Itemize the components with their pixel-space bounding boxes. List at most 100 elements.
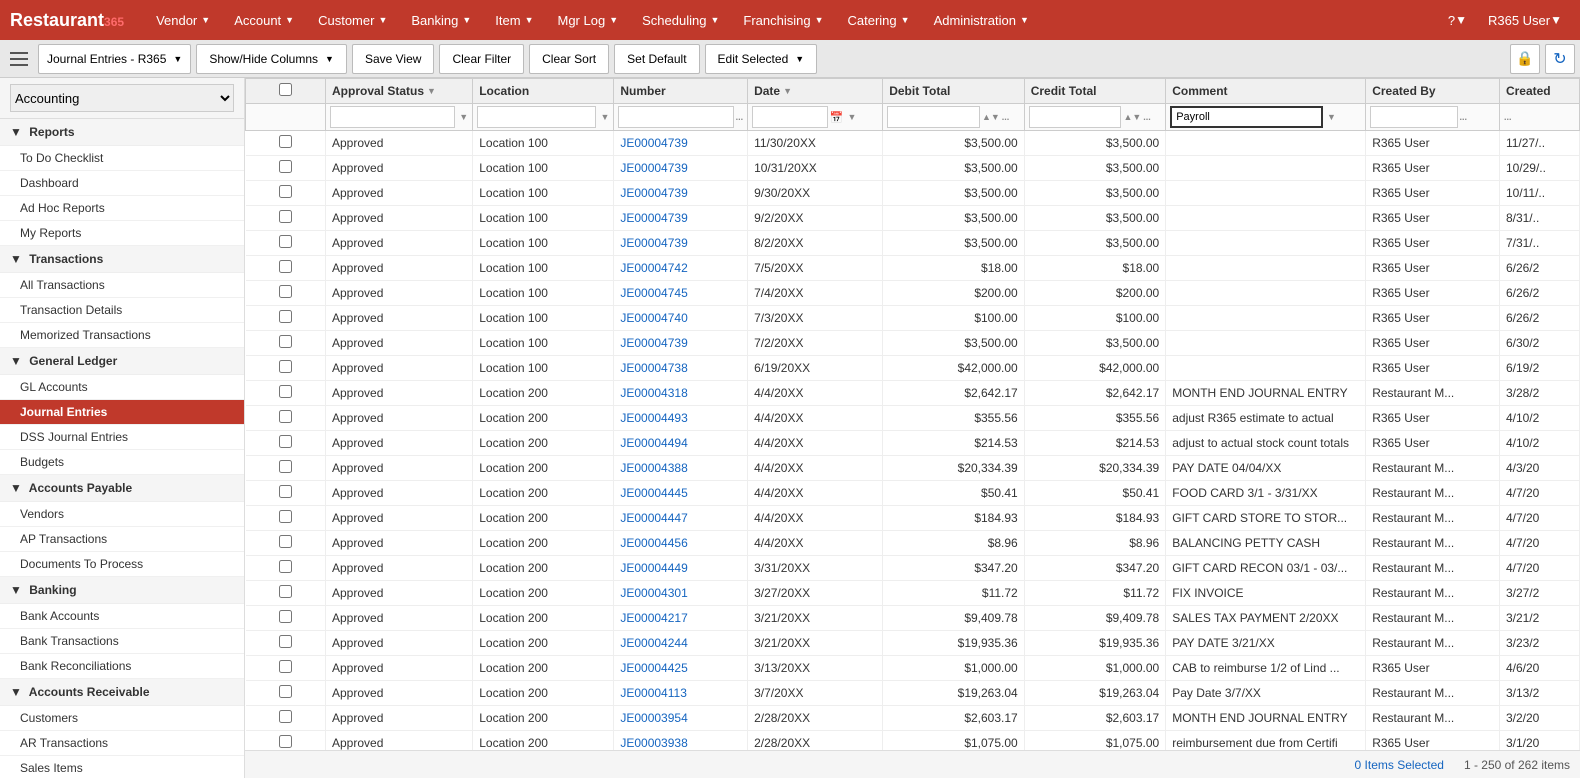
row-checkbox[interactable] — [279, 635, 292, 648]
row-number-link[interactable]: JE00004742 — [620, 261, 687, 275]
row-number-link[interactable]: JE00004739 — [620, 186, 687, 200]
banking-toggle[interactable]: ▼ — [10, 583, 22, 597]
sidebar-item-to-do-checklist[interactable]: To Do Checklist — [0, 146, 244, 171]
clear-sort-button[interactable]: Clear Sort — [529, 44, 609, 74]
sidebar-item-budgets[interactable]: Budgets — [0, 450, 244, 475]
row-checkbox[interactable] — [279, 585, 292, 598]
sidebar-section-general-ledger[interactable]: ▼ General Ledger — [0, 348, 244, 375]
refresh-icon[interactable]: ↻ — [1545, 44, 1575, 74]
sidebar-item-memorized-transactions[interactable]: Memorized Transactions — [0, 323, 244, 348]
number-filter-input[interactable] — [618, 106, 733, 128]
sidebar-item-transaction-details[interactable]: Transaction Details — [0, 298, 244, 323]
nav-administration[interactable]: Administration ▼ — [922, 0, 1041, 40]
row-checkbox[interactable] — [279, 385, 292, 398]
row-number-link[interactable]: JE00004388 — [620, 461, 687, 475]
row-number-link[interactable]: JE00004425 — [620, 661, 687, 675]
row-number-link[interactable]: JE00004739 — [620, 336, 687, 350]
sidebar-item-journal-entries[interactable]: Journal Entries — [0, 400, 244, 425]
row-checkbox[interactable] — [279, 335, 292, 348]
sidebar-item-bank-transactions[interactable]: Bank Transactions — [0, 629, 244, 654]
date-filter-icon[interactable]: ▼ — [847, 112, 856, 122]
row-number-link[interactable]: JE00004740 — [620, 311, 687, 325]
row-checkbox[interactable] — [279, 360, 292, 373]
row-checkbox[interactable] — [279, 610, 292, 623]
nav-catering[interactable]: Catering ▼ — [836, 0, 922, 40]
row-number-link[interactable]: JE00004739 — [620, 236, 687, 250]
save-view-button[interactable]: Save View — [352, 44, 434, 74]
row-number-link[interactable]: JE00003938 — [620, 736, 687, 750]
row-checkbox[interactable] — [279, 210, 292, 223]
row-checkbox[interactable] — [279, 310, 292, 323]
general-ledger-toggle[interactable]: ▼ — [10, 354, 22, 368]
row-checkbox[interactable] — [279, 735, 292, 748]
row-checkbox[interactable] — [279, 435, 292, 448]
sidebar-item-sales-items[interactable]: Sales Items — [0, 756, 244, 778]
edit-selected-button[interactable]: Edit Selected ▼ — [705, 44, 818, 74]
debit-stepper[interactable]: ▲▼ — [982, 112, 1000, 122]
row-number-link[interactable]: JE00004739 — [620, 211, 687, 225]
set-default-button[interactable]: Set Default — [614, 44, 699, 74]
approval-status-resize[interactable] — [468, 79, 472, 103]
row-number-link[interactable]: JE00004745 — [620, 286, 687, 300]
row-number-link[interactable]: JE00004244 — [620, 636, 687, 650]
nav-mgr-log[interactable]: Mgr Log ▼ — [546, 0, 631, 40]
row-checkbox[interactable] — [279, 185, 292, 198]
sidebar-item-documents-to-process[interactable]: Documents To Process — [0, 552, 244, 577]
date-sort-icon[interactable]: ▼ — [783, 86, 792, 96]
row-number-link[interactable]: JE00004318 — [620, 386, 687, 400]
row-checkbox[interactable] — [279, 285, 292, 298]
approval-status-filter-input[interactable] — [330, 106, 455, 128]
credit-resize[interactable] — [1161, 79, 1165, 103]
accounts-receivable-toggle[interactable]: ▼ — [10, 685, 22, 699]
comment-filter-input[interactable] — [1170, 106, 1323, 128]
sidebar-item-bank-accounts[interactable]: Bank Accounts — [0, 604, 244, 629]
created-by-resize[interactable] — [1495, 79, 1499, 103]
comment-resize[interactable] — [1361, 79, 1365, 103]
sidebar-item-ar-transactions[interactable]: AR Transactions — [0, 731, 244, 756]
row-checkbox[interactable] — [279, 460, 292, 473]
nav-franchising[interactable]: Franchising ▼ — [731, 0, 835, 40]
sidebar-item-vendors[interactable]: Vendors — [0, 502, 244, 527]
nav-account[interactable]: Account ▼ — [222, 0, 306, 40]
row-checkbox[interactable] — [279, 135, 292, 148]
sidebar-section-accounts-payable[interactable]: ▼ Accounts Payable — [0, 475, 244, 502]
credit-stepper[interactable]: ▲▼ — [1123, 112, 1141, 122]
row-number-link[interactable]: JE00004447 — [620, 511, 687, 525]
sidebar-item-customers[interactable]: Customers — [0, 706, 244, 731]
nav-item[interactable]: Item ▼ — [483, 0, 545, 40]
select-all-checkbox[interactable] — [279, 83, 292, 96]
row-checkbox[interactable] — [279, 235, 292, 248]
clear-filter-button[interactable]: Clear Filter — [439, 44, 524, 74]
created-resize[interactable] — [1575, 79, 1579, 103]
row-checkbox[interactable] — [279, 260, 292, 273]
transactions-toggle[interactable]: ▼ — [10, 252, 22, 266]
comment-filter-icon[interactable]: ▼ — [1327, 112, 1336, 122]
date-filter-input[interactable] — [752, 106, 828, 128]
approval-status-sort-icon[interactable]: ▼ — [427, 86, 436, 96]
debit-filter-input[interactable] — [887, 106, 980, 128]
debit-resize[interactable] — [1020, 79, 1024, 103]
row-number-link[interactable]: JE00004739 — [620, 161, 687, 175]
reports-toggle[interactable]: ▼ — [10, 125, 22, 139]
number-resize[interactable] — [743, 79, 747, 103]
sidebar-item-dss-journal-entries[interactable]: DSS Journal Entries — [0, 425, 244, 450]
row-checkbox[interactable] — [279, 535, 292, 548]
location-filter-icon[interactable]: ▼ — [600, 112, 609, 122]
credit-filter-input[interactable] — [1029, 106, 1122, 128]
row-checkbox[interactable] — [279, 485, 292, 498]
row-checkbox[interactable] — [279, 660, 292, 673]
date-calendar-icon[interactable]: 📅 — [830, 111, 844, 124]
sidebar-item-my-reports[interactable]: My Reports — [0, 221, 244, 246]
sidebar-item-dashboard[interactable]: Dashboard — [0, 171, 244, 196]
sidebar-module-select[interactable]: Accounting — [10, 84, 234, 112]
row-number-link[interactable]: JE00004217 — [620, 611, 687, 625]
sidebar-section-accounts-receivable[interactable]: ▼ Accounts Receivable — [0, 679, 244, 706]
nav-banking[interactable]: Banking ▼ — [399, 0, 483, 40]
user-menu[interactable]: R365 User ▼ — [1480, 0, 1570, 40]
row-checkbox[interactable] — [279, 560, 292, 573]
sidebar-item-ap-transactions[interactable]: AP Transactions — [0, 527, 244, 552]
row-checkbox[interactable] — [279, 510, 292, 523]
row-number-link[interactable]: JE00004301 — [620, 586, 687, 600]
nav-customer[interactable]: Customer ▼ — [306, 0, 399, 40]
created-by-filter-input[interactable] — [1370, 106, 1457, 128]
